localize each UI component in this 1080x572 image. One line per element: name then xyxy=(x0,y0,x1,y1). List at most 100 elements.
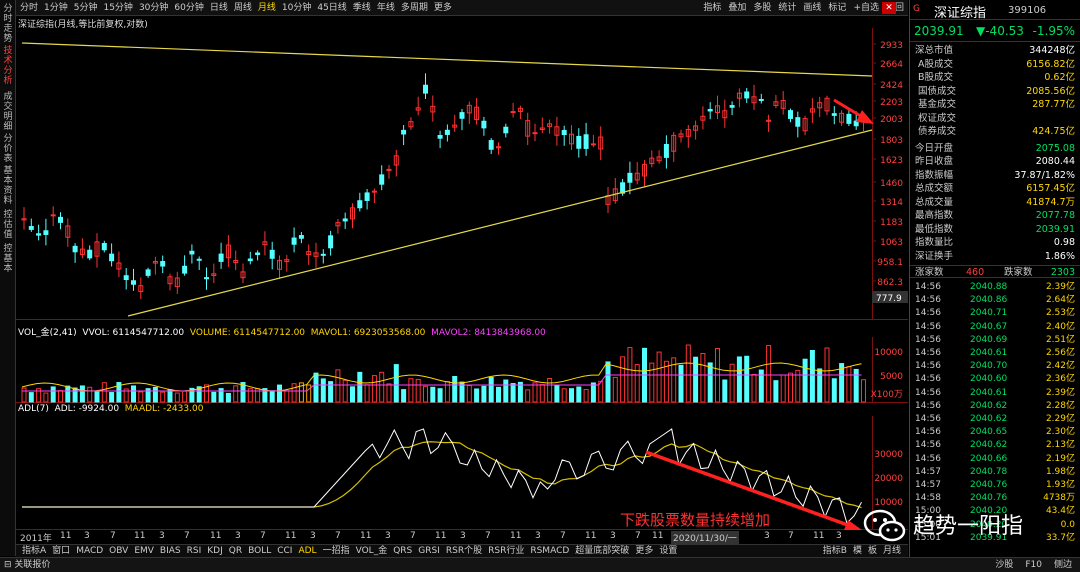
time-label: 11 xyxy=(510,531,522,541)
related-quote-link[interactable]: 关联报价 xyxy=(14,560,50,570)
stat-row-label: 总成交量 xyxy=(915,196,954,208)
indicator-tabs: 指标A 窗口 MACD OBV EMV BIAS RSI KDJ QR BOLL CCI ADL 一招指… xyxy=(16,544,908,557)
tool-1[interactable]: 叠加 xyxy=(728,3,746,13)
indicator-tab-15[interactable]: GRSI xyxy=(418,546,440,556)
candle-body xyxy=(627,172,633,183)
volume-bar xyxy=(160,391,166,403)
volume-bar xyxy=(371,375,377,403)
indicator-tab-0[interactable]: 指标A xyxy=(22,546,46,556)
time-label: 11 xyxy=(134,531,146,541)
left-tab-3[interactable]: 分价表 xyxy=(1,134,15,164)
indicator-tab-1[interactable]: 窗口 xyxy=(52,546,70,556)
time-label: 3 xyxy=(385,531,391,541)
indicator-tab-6[interactable]: RSI xyxy=(187,546,202,556)
indicator-tab-21[interactable]: 设置 xyxy=(659,546,677,556)
tick-price: 2040.78 xyxy=(970,466,1008,477)
left-tab-2[interactable]: 成交明细 xyxy=(1,92,15,132)
period-11[interactable]: 季线 xyxy=(353,3,371,13)
period-7[interactable]: 周线 xyxy=(234,3,252,13)
tick-row: 14:56 2040.69 2.51亿 xyxy=(910,334,1080,347)
stat-row-label: 指数振幅 xyxy=(915,169,954,181)
volume-chart[interactable]: 10000 5000 X100万 xyxy=(16,337,908,403)
period-14[interactable]: 更多 xyxy=(434,3,452,13)
period-3[interactable]: 15分钟 xyxy=(103,3,132,13)
period-10[interactable]: 45日线 xyxy=(317,3,346,13)
volume-bar xyxy=(167,389,173,403)
volume-bar xyxy=(861,379,866,403)
indicator-tab-3[interactable]: OBV xyxy=(109,546,128,556)
price-tick-label: 1314 xyxy=(880,198,903,208)
tool-0[interactable]: 指标 xyxy=(703,3,721,13)
bottom-right-0[interactable]: 指标B xyxy=(823,546,847,556)
stat-row-value: 37.87/1.82% xyxy=(1014,169,1075,181)
indicator-tab-11[interactable]: ADL xyxy=(298,546,316,556)
tool-3[interactable]: 统计 xyxy=(778,3,796,13)
indicator-tab-16[interactable]: RSR个股 xyxy=(446,546,482,556)
close-button[interactable]: ✕ xyxy=(882,2,896,14)
tick-price: 2040.61 xyxy=(970,348,1008,358)
indicator-tab-19[interactable]: 超量底部突破 xyxy=(575,546,629,556)
indicator-tab-13[interactable]: VOL_金 xyxy=(356,546,388,556)
bottom-right-2[interactable]: 板 xyxy=(868,546,877,556)
period-8[interactable]: 月线 xyxy=(258,3,276,13)
period-0[interactable]: 分时 xyxy=(20,3,38,13)
indicator-tab-17[interactable]: RSR行业 xyxy=(488,546,524,556)
indicator-tab-14[interactable]: QRS xyxy=(393,546,412,556)
period-6[interactable]: 日线 xyxy=(210,3,228,13)
tool-4[interactable]: 画线 xyxy=(803,3,821,13)
candle-body xyxy=(503,126,509,134)
up-count: 460 xyxy=(966,267,985,278)
tool-5[interactable]: 标记 xyxy=(828,3,846,13)
indicator-tab-7[interactable]: KDJ xyxy=(207,546,223,556)
left-tab-0[interactable]: 分时走势 xyxy=(1,4,15,44)
price-chart[interactable]: 2933 2664 2424 2203 2003 1803 1623 1460 1314 1183… xyxy=(16,28,908,320)
tick-price: 2040.62 xyxy=(970,414,1008,424)
bottom-right-1[interactable]: 模 xyxy=(853,546,862,556)
left-tab-6[interactable]: 控基本 xyxy=(1,244,15,274)
indicator-tab-12[interactable]: 一招指 xyxy=(323,546,350,556)
indicator-tab-10[interactable]: CCI xyxy=(277,546,292,556)
indicator-tab-18[interactable]: RSMACD xyxy=(530,546,569,556)
indicator-tab-2[interactable]: MACD xyxy=(76,546,103,556)
volume-bar xyxy=(496,386,501,403)
tool-2[interactable]: 多股 xyxy=(753,3,771,13)
tick-row: 14:58 2040.76 4738万 xyxy=(910,492,1080,505)
indicator-tab-9[interactable]: BOLL xyxy=(248,546,271,556)
time-label: 3 xyxy=(310,531,316,541)
indicator-tab-5[interactable]: BIAS xyxy=(160,546,181,556)
candle-body xyxy=(590,143,596,146)
tick-price: 2040.67 xyxy=(970,321,1008,332)
tick-price: 2040.88 xyxy=(970,282,1008,292)
left-tab-1[interactable]: 技术分析 xyxy=(1,46,15,86)
adl-chart[interactable]: 3000020000100000.00 xyxy=(16,416,908,530)
candle-body xyxy=(131,280,136,285)
indicator-tab-20[interactable]: 更多 xyxy=(635,546,653,556)
tick-time: 14:58 xyxy=(915,493,941,504)
period-4[interactable]: 30分钟 xyxy=(139,3,168,13)
status-item-0[interactable]: 沙股 xyxy=(995,560,1013,570)
period-13[interactable]: 多周期 xyxy=(401,3,428,13)
period-5[interactable]: 60分钟 xyxy=(174,3,203,13)
adl-indicator-name: ADL(7) xyxy=(18,404,49,414)
left-tab-4[interactable]: 基本资料 xyxy=(1,166,15,206)
bottom-right-3[interactable]: 月线 xyxy=(883,546,901,556)
tick-volume: 2.29亿 xyxy=(1045,414,1075,424)
period-1[interactable]: 1分钟 xyxy=(44,3,68,13)
volume-bar xyxy=(831,378,837,403)
indicator-tab-8[interactable]: QR xyxy=(229,546,242,556)
time-label: 7 xyxy=(788,531,794,541)
indicator-tab-4[interactable]: EMV xyxy=(134,546,154,556)
tool-6[interactable]: +自选 xyxy=(853,3,879,13)
period-9[interactable]: 10分钟 xyxy=(282,3,311,13)
status-item-2[interactable]: 侧边 xyxy=(1054,560,1072,570)
tick-price: 2040.71 xyxy=(970,308,1008,319)
market-row-label: 国债成交 xyxy=(918,85,957,97)
tick-time: 14:56 xyxy=(915,348,941,358)
annotation-text: 下跌股票数量持续增加 xyxy=(620,511,771,529)
left-tab-5[interactable]: 控估值 xyxy=(1,210,15,240)
market-row-label: A股成交 xyxy=(918,58,953,70)
market-row: 债券成交 424.75亿 xyxy=(910,125,1080,138)
period-12[interactable]: 年线 xyxy=(377,3,395,13)
period-2[interactable]: 5分钟 xyxy=(74,3,98,13)
status-item-1[interactable]: F10 xyxy=(1025,560,1042,570)
